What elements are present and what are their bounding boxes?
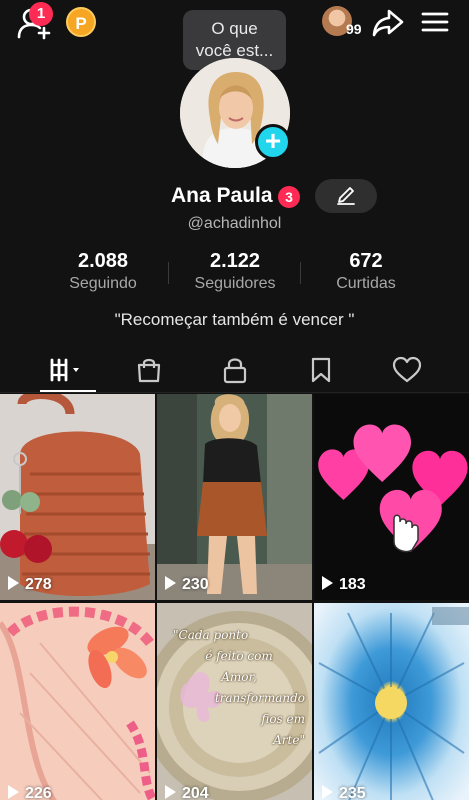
- thumbnail-image: [314, 603, 469, 800]
- view-count: 230: [165, 576, 209, 594]
- profile-username: @achadinhol: [187, 215, 282, 232]
- share-arrow-icon[interactable]: [372, 8, 404, 38]
- play-icon: [8, 576, 19, 590]
- stat-likes[interactable]: 672 Curtidas: [296, 250, 436, 293]
- view-count: 235: [322, 785, 366, 800]
- video-thumbnail[interactable]: 183: [314, 394, 469, 600]
- heart-icon: [392, 356, 422, 383]
- shopping-bag-icon: [137, 358, 161, 383]
- top-bar: 1 P O que você est... 99: [0, 0, 469, 76]
- play-icon: [8, 785, 19, 799]
- tab-videos[interactable]: [38, 348, 98, 392]
- thumbnail-image: [314, 394, 469, 600]
- coins-button[interactable]: P: [66, 7, 96, 37]
- video-thumbnail[interactable]: 278: [0, 394, 155, 600]
- name-notification-badge: 3: [278, 186, 300, 208]
- overlay-line: transformando: [214, 691, 305, 705]
- profile-bio: "Recomeçar também é vencer ": [114, 310, 355, 329]
- stat-value: 2.122: [209, 250, 261, 272]
- tab-liked[interactable]: [374, 348, 434, 392]
- tab-saved[interactable]: [290, 348, 350, 392]
- tabs-divider: [0, 392, 469, 393]
- videos-grid-icon: [50, 358, 79, 382]
- stat-followers[interactable]: 2.122 Seguidores: [165, 250, 305, 293]
- stat-label: Seguidores: [194, 275, 276, 292]
- view-count: 204: [165, 785, 209, 800]
- play-icon: [165, 576, 176, 590]
- video-thumbnail[interactable]: 226: [0, 603, 155, 800]
- video-thumbnail[interactable]: 230: [157, 394, 312, 600]
- stories-count: 99: [346, 21, 362, 37]
- stat-label: Curtidas: [336, 275, 396, 292]
- thumbnail-image: [0, 394, 155, 600]
- video-thumbnail[interactable]: 235: [314, 603, 469, 800]
- tab-private[interactable]: [204, 348, 264, 392]
- pencil-icon: [337, 187, 355, 205]
- add-story-button[interactable]: +: [255, 124, 291, 160]
- view-count-number: 204: [182, 785, 209, 800]
- overlay-line: fios em: [261, 712, 305, 726]
- tooltip-text: O que você est...: [195, 19, 274, 60]
- view-count-number: 226: [25, 785, 52, 800]
- stat-value: 672: [349, 250, 383, 272]
- overlay-line: Arte": [273, 733, 305, 747]
- overlay-line: é feito com: [205, 649, 273, 663]
- profile-name: Ana Paula: [171, 184, 273, 207]
- video-overlay-text: "Cada ponto é feito com Amor, transforma…: [173, 625, 305, 751]
- play-icon: [165, 785, 176, 799]
- stat-following[interactable]: 2.088 Seguindo: [33, 250, 173, 293]
- friend-requests-badge: 1: [29, 2, 53, 26]
- thumbnail-image: [157, 394, 312, 600]
- video-thumbnail[interactable]: "Cada ponto é feito com Amor, transforma…: [157, 603, 312, 800]
- view-count-number: 235: [339, 785, 366, 800]
- tab-shop[interactable]: [118, 348, 178, 392]
- overlay-line: Amor,: [221, 670, 257, 684]
- stat-label: Seguindo: [69, 275, 137, 292]
- hamburger-menu-icon[interactable]: [421, 11, 449, 33]
- play-icon: [322, 785, 333, 799]
- stat-value: 2.088: [77, 250, 129, 272]
- bookmark-icon: [311, 357, 331, 383]
- view-count: 226: [8, 785, 52, 800]
- view-count-number: 230: [182, 576, 209, 593]
- profile-tabs: [0, 348, 469, 393]
- view-count-number: 183: [339, 576, 366, 593]
- view-count-number: 278: [25, 576, 52, 593]
- thumbnail-image: [0, 603, 155, 800]
- edit-profile-button[interactable]: [315, 179, 377, 213]
- view-count: 183: [322, 576, 366, 594]
- view-count: 278: [8, 576, 52, 594]
- play-icon: [322, 576, 333, 590]
- overlay-line: "Cada ponto: [173, 628, 249, 642]
- lock-icon: [223, 358, 247, 384]
